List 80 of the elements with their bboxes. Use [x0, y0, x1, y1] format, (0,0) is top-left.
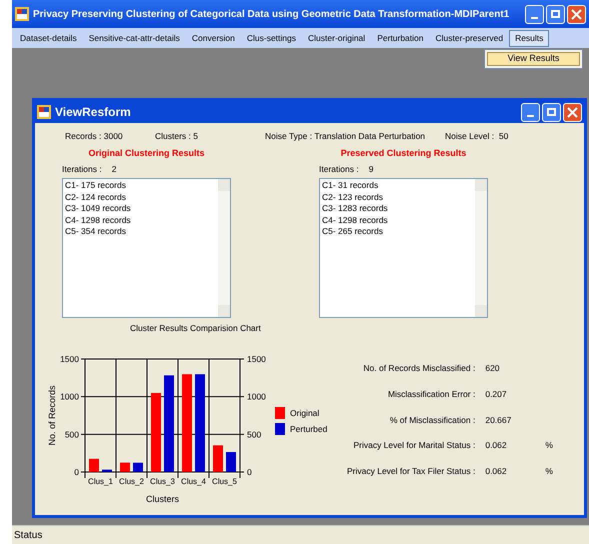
summary-text: Records : 3000 [65, 130, 124, 143]
stat-label: Privacy Level for Tax Filer Status : [346, 465, 476, 478]
stat-label: No. of Records Misclassified : [362, 362, 476, 375]
list-item[interactable]: C1- 175 records [65, 180, 216, 192]
list-item[interactable]: C4- 1298 records [322, 214, 473, 226]
y-tick-label: 0 [74, 467, 79, 477]
iterations-label: Iterations : [62, 162, 102, 176]
summary-text: Clusters : 5 [155, 130, 200, 143]
scrollbar[interactable] [475, 179, 487, 318]
section-heading: Original Clustering Results [87, 147, 206, 160]
x-tick-label: Clus_1 [88, 477, 113, 486]
close-icon [571, 8, 582, 20]
unit-label: % [545, 465, 554, 478]
x-axis-title: Clusters [146, 494, 179, 504]
app-icon [15, 7, 29, 21]
menu-item[interactable]: Clus-settings [240, 30, 302, 46]
y-tick-label: 500 [64, 429, 79, 440]
scrollbar[interactable] [218, 179, 230, 318]
menu-item[interactable]: Perturbation [371, 30, 430, 46]
y-tick-label: 1500 [247, 354, 266, 364]
bar [89, 458, 99, 472]
iterations-value: 2 [112, 162, 116, 176]
menu-item[interactable]: Sensitive-cat-attr-details [82, 30, 186, 46]
window-title: Privacy Preserving Clustering of Categorical Data using Geometric Data Transformation-MDIParent1 [33, 8, 510, 22]
maximize-button[interactable] [542, 102, 561, 122]
menu-item[interactable]: Cluster-preserved [430, 30, 510, 46]
bar [102, 470, 112, 472]
minimize-button[interactable] [525, 4, 544, 24]
bar [213, 445, 223, 472]
x-tick-label: Clus_5 [212, 477, 237, 486]
x-tick-label: Clus_2 [119, 477, 144, 486]
x-tick-label: Clus_3 [150, 477, 175, 486]
list-item[interactable]: C2- 124 records [65, 192, 216, 204]
bar [120, 462, 130, 472]
close-button[interactable] [563, 102, 582, 122]
menu-item[interactable]: Conversion [186, 30, 241, 46]
stat-value: 20.667 [485, 414, 512, 426]
menu-item[interactable]: Cluster-original [302, 30, 372, 46]
summary-text: Noise Level : 50 [445, 130, 508, 143]
menu-option[interactable]: View Results [487, 52, 580, 66]
menu-item[interactable]: Dataset-details [14, 30, 83, 46]
summary-text: Noise Type : Translation Data Perturbation [265, 130, 426, 143]
list-item[interactable]: C4- 1298 records [65, 214, 216, 226]
stat-label: Misclassification Error : [386, 388, 476, 400]
stat-label: Privacy Level for Marital Status : [352, 439, 476, 452]
menu-item[interactable]: Results [509, 30, 550, 46]
minimize-button[interactable] [521, 102, 540, 122]
stat-label: % of Misclassification : [388, 414, 476, 426]
stat-value: 0.062 [485, 465, 508, 478]
iterations-value: 9 [368, 162, 374, 176]
status-text: Status [14, 528, 42, 542]
x-tick-label: Clus_4 [181, 477, 206, 486]
y-axis-title: No. of Records [47, 385, 57, 446]
unit-label: % [545, 439, 554, 452]
legend-label: Original [290, 407, 320, 420]
list-item[interactable]: C5- 265 records [322, 226, 473, 238]
window-title: ViewResform [55, 104, 132, 121]
list-item[interactable]: C3- 1283 records [322, 203, 473, 215]
maximize-button[interactable] [546, 4, 565, 24]
list-item[interactable]: C1- 31 records [322, 180, 473, 192]
list-item[interactable]: C2- 123 records [322, 192, 473, 204]
bar [133, 462, 143, 472]
chart-title: Cluster Results Comparision Chart [130, 322, 261, 335]
stat-value: 0.062 [485, 439, 508, 452]
iterations-label: Iterations : [319, 162, 359, 176]
stat-value: 0.207 [485, 388, 508, 400]
list-item[interactable]: C3- 1049 records [65, 203, 216, 215]
legend-label: Perturbed [290, 422, 328, 436]
y-tick-label: 1000 [60, 392, 79, 402]
section-heading: Preserved Clustering Results [340, 147, 468, 160]
stat-value: 620 [485, 362, 501, 375]
y-tick-label: 1500 [60, 354, 79, 364]
y-tick-label: 0 [247, 467, 252, 477]
close-button[interactable] [567, 4, 586, 24]
bar [226, 452, 236, 472]
close-icon [567, 106, 578, 118]
app-icon [37, 105, 51, 119]
y-tick-label: 500 [247, 429, 262, 440]
y-tick-label: 1000 [247, 392, 266, 402]
list-item[interactable]: C5- 354 records [65, 226, 216, 238]
